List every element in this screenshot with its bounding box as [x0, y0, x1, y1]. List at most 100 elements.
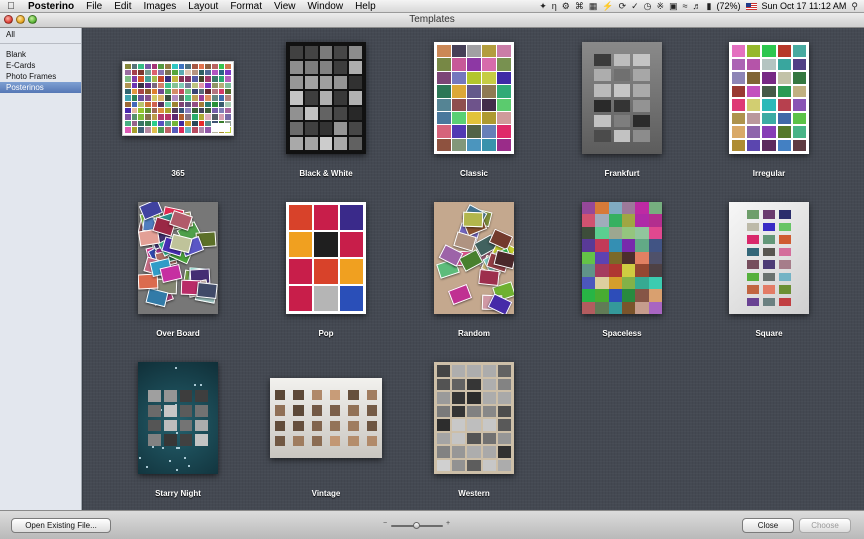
template-thumbnail[interactable]	[582, 42, 662, 154]
photo-cell	[151, 76, 158, 82]
choose-button[interactable]: Choose	[799, 518, 851, 533]
command-icon[interactable]: ⌘	[575, 0, 584, 13]
photo-cell	[148, 390, 161, 402]
photo-cell	[339, 286, 363, 311]
photo-cell	[198, 88, 205, 95]
close-window-button[interactable]	[4, 15, 13, 24]
template-gallery: 365 Black & White Classic Frankfurt Irre…	[83, 28, 864, 510]
sidebar-item-e-cards[interactable]: E-Cards	[0, 60, 81, 71]
spotlight-search-icon[interactable]: ⚲	[851, 0, 858, 13]
photo-cell	[131, 95, 138, 101]
bird-icon[interactable]: ✦	[539, 0, 547, 13]
flag-icon[interactable]	[745, 2, 757, 10]
sidebar-item-photo-frames[interactable]: Photo Frames	[0, 71, 81, 82]
template-spaceless[interactable]: Spaceless	[547, 196, 697, 346]
photo-cell	[621, 226, 636, 240]
template-thumbnail[interactable]	[270, 378, 382, 458]
photo-cell	[198, 63, 205, 69]
menu-edit[interactable]: Edit	[108, 0, 137, 13]
photo-cell	[178, 108, 185, 114]
bluetooth-icon[interactable]: ※	[657, 0, 665, 13]
sidebar-item-all[interactable]: All	[0, 29, 81, 40]
template-thumbnail[interactable]	[729, 42, 809, 154]
template-black-white[interactable]: Black & White	[251, 36, 401, 186]
zoom-out-icon[interactable]: −	[383, 520, 387, 527]
menu-window[interactable]: Window	[301, 0, 349, 13]
photo-cell	[218, 108, 225, 114]
n-icon[interactable]: η	[552, 0, 557, 13]
photo-cell	[452, 459, 466, 471]
gear-icon[interactable]: ⚙	[562, 0, 570, 13]
template-thumbnail[interactable]	[122, 60, 234, 136]
window-titlebar[interactable]: Templates	[0, 13, 864, 28]
photo-cell	[314, 259, 338, 284]
menu-help[interactable]: Help	[349, 0, 382, 13]
template-thumbnail[interactable]	[434, 42, 514, 154]
display-icon[interactable]: ▣	[669, 0, 678, 13]
time-machine-icon[interactable]: ◷	[644, 0, 652, 13]
template-pop[interactable]: Pop	[251, 196, 401, 346]
dropbox-icon[interactable]: ▦	[589, 0, 598, 13]
photo-cell	[165, 114, 171, 120]
photo-cell	[131, 101, 138, 108]
template-over-board[interactable]: Over Board	[103, 196, 253, 346]
clock[interactable]: Sun Oct 17 11:12 AM	[762, 0, 847, 13]
wifi-icon[interactable]: ≈	[683, 0, 688, 13]
template-irregular[interactable]: Irregular	[694, 36, 844, 186]
template-frankfurt[interactable]: Frankfurt	[547, 36, 697, 186]
template-starry-night[interactable]: Starry Night	[103, 356, 253, 506]
star-dot	[188, 465, 190, 467]
photo-cell	[218, 82, 225, 88]
photo-cell	[158, 114, 165, 120]
photo-cell	[304, 106, 318, 120]
photo-cell	[319, 61, 333, 75]
template-classic[interactable]: Classic	[399, 36, 549, 186]
template-thumbnail[interactable]	[138, 202, 218, 314]
photo-cell	[218, 114, 225, 120]
photo-cell	[198, 120, 205, 127]
lightning-icon[interactable]: ⚡	[602, 0, 613, 13]
photo-cell	[171, 127, 178, 133]
photo-cell	[131, 120, 138, 127]
sidebar-item-posterinos[interactable]: Posterinos	[0, 82, 81, 93]
menu-images[interactable]: Images	[137, 0, 182, 13]
battery-icon[interactable]: ▮	[707, 0, 712, 13]
sync-icon[interactable]: ⟳	[619, 0, 627, 13]
photo-cell	[178, 69, 185, 76]
template-vintage[interactable]: Vintage	[251, 356, 401, 506]
template-random[interactable]: Random	[399, 196, 549, 346]
template-thumbnail[interactable]	[729, 202, 809, 314]
template-label: Random	[458, 329, 490, 338]
template-western[interactable]: Western	[399, 356, 549, 506]
photo-cell	[779, 285, 791, 294]
template-thumbnail[interactable]	[582, 202, 662, 314]
menu-app-name[interactable]: Posterino	[22, 0, 80, 13]
sidebar-item-blank[interactable]: Blank	[0, 49, 81, 60]
menu-layout[interactable]: Layout	[182, 0, 224, 13]
activity-icon[interactable]: ✓	[631, 0, 639, 13]
photo-cell	[792, 72, 806, 84]
template-square[interactable]: Square	[694, 196, 844, 346]
close-button[interactable]: Close	[742, 518, 794, 533]
minimize-window-button[interactable]	[16, 15, 25, 24]
template-thumbnail[interactable]	[286, 202, 366, 314]
apple-icon[interactable]: 	[0, 1, 22, 12]
zoom-in-icon[interactable]: +	[446, 520, 450, 527]
template-365[interactable]: 365	[103, 36, 253, 186]
template-thumbnail[interactable]	[138, 362, 218, 474]
photo-cell	[191, 101, 198, 108]
zoom-slider-knob[interactable]	[413, 522, 420, 529]
photo-cell	[218, 88, 225, 95]
menu-file[interactable]: File	[80, 0, 108, 13]
volume-icon[interactable]: ♬	[693, 0, 702, 13]
photo-cell	[497, 125, 511, 138]
template-thumbnail[interactable]	[434, 362, 514, 474]
menu-view[interactable]: View	[268, 0, 302, 13]
menu-format[interactable]: Format	[224, 0, 268, 13]
open-existing-file-button[interactable]: Open Existing File...	[11, 518, 111, 533]
sidebar-divider	[0, 43, 81, 44]
template-thumbnail[interactable]	[434, 202, 514, 314]
zoom-window-button[interactable]	[28, 15, 37, 24]
template-thumbnail[interactable]	[286, 42, 366, 154]
zoom-slider[interactable]: − +	[383, 520, 453, 531]
